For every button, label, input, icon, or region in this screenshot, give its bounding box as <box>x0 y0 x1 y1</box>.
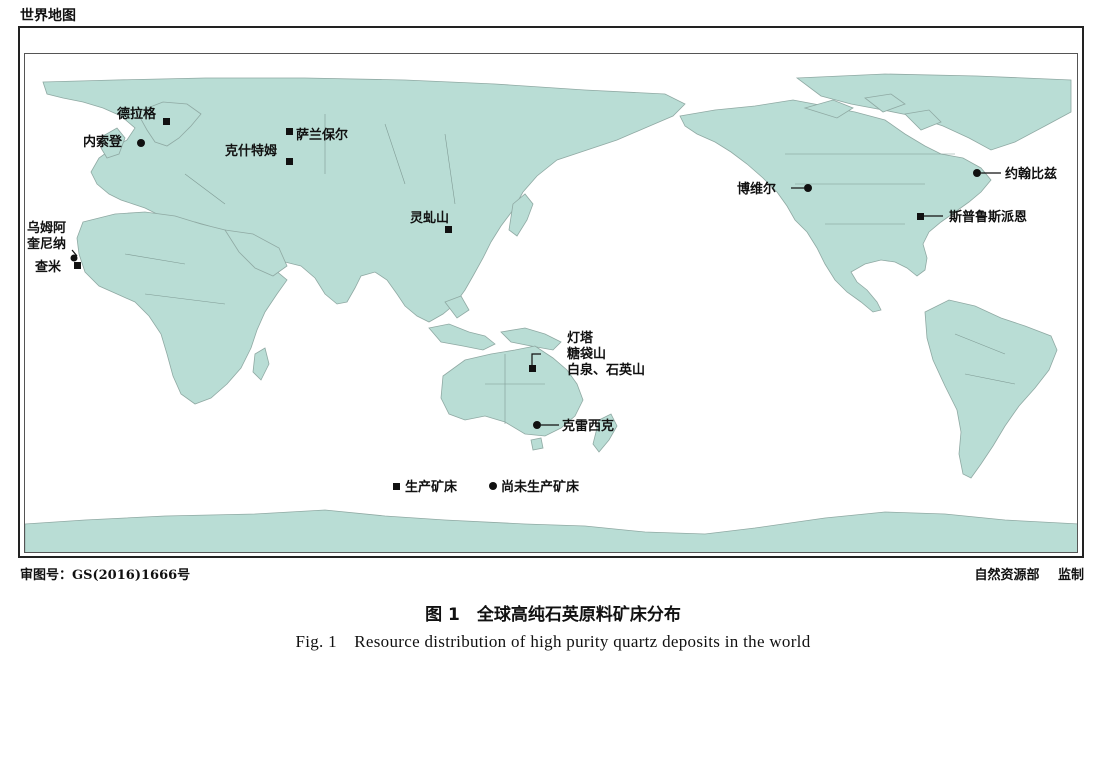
marker-chami <box>74 262 81 269</box>
label-chami: 查米 <box>34 259 62 275</box>
label-aus-line2: 糖袋山 <box>567 346 606 362</box>
north-america-land <box>679 99 992 313</box>
marker-sprucepine <box>917 213 924 220</box>
marker-nesodden <box>137 139 145 147</box>
marker-lingqiushan <box>445 226 452 233</box>
label-aus-line1: 灯塔 <box>567 330 594 346</box>
map-frame: 德拉格 内索登 萨兰保尔 克什特姆 乌姆阿 奎尼纳 查米 灵虬山 灯塔 糖袋山 … <box>18 26 1084 558</box>
label-johnbeads: 约翰比兹 <box>1005 166 1057 182</box>
world-map: 德拉格 内索登 萨兰保尔 克什特姆 乌姆阿 奎尼纳 查米 灵虬山 灯塔 糖袋山 … <box>25 73 1077 552</box>
legend-circle-icon <box>489 482 497 490</box>
legend-producing-label: 生产矿床 <box>405 479 458 495</box>
south-america-land <box>924 299 1058 479</box>
marker-bovill <box>804 184 812 192</box>
label-umm-line1: 乌姆阿 <box>27 220 66 236</box>
map-legend: 生产矿床 尚未生产矿床 <box>393 479 580 495</box>
label-bovill: 博维尔 <box>737 181 776 197</box>
legend-square-icon <box>393 483 400 490</box>
label-lingqiushan: 灵虬山 <box>410 210 449 226</box>
label-kresik: 克雷西克 <box>562 418 614 434</box>
figure-caption-cn: 图 1 全球高纯石英原料矿床分布 <box>425 605 681 625</box>
antarctica-land <box>25 509 1077 552</box>
map-canvas[interactable]: 德拉格 内索登 萨兰保尔 克什特姆 乌姆阿 奎尼纳 查米 灵虬山 灯塔 糖袋山 … <box>24 53 1078 553</box>
marker-draag <box>163 118 170 125</box>
label-draag: 德拉格 <box>117 106 157 122</box>
marker-kyshtym <box>286 158 293 165</box>
map-supervisor: 自然资源部 监制 <box>974 568 1084 583</box>
label-saranpaul: 萨兰保尔 <box>296 127 348 143</box>
label-aus-line3: 白泉、石英山 <box>567 362 645 378</box>
madagascar-land <box>252 347 270 381</box>
label-umm-line2: 奎尼纳 <box>26 236 66 252</box>
figure-caption-en: Fig. 1 Resource distribution of high pur… <box>295 632 811 651</box>
marker-saranpaul <box>286 128 293 135</box>
tasmania-land <box>530 437 544 451</box>
indonesia-land <box>428 295 562 351</box>
label-sprucepine: 斯普鲁斯派恩 <box>949 209 1027 225</box>
marker-johnbeads <box>973 169 981 177</box>
label-nesodden: 内索登 <box>83 134 123 150</box>
legend-not-producing-label: 尚未生产矿床 <box>501 479 580 495</box>
map-approval-number: 审图号：GS(2016)1666号 <box>20 568 191 583</box>
marker-australia-group <box>529 365 536 372</box>
marker-kresik <box>533 421 541 429</box>
map-header: 世界地图 <box>20 8 76 24</box>
label-kyshtym: 克什特姆 <box>225 143 277 159</box>
